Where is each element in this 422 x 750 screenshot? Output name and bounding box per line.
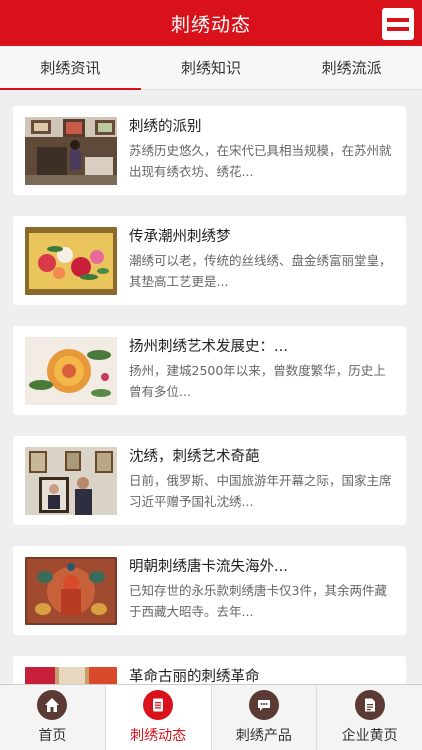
nav-label: 刺绣动态	[130, 728, 187, 744]
article-thumbnail	[25, 227, 117, 295]
article-info: 传承潮州刺绣梦 潮绣可以老，传统的丝线绣、盘金绣富丽堂皇，其垫高工艺更是...	[129, 227, 394, 292]
article-summary: 日前，俄罗斯、中国旅游年开幕之际，国家主席习近平赠予国礼沈绣...	[129, 473, 392, 509]
chat-icon	[248, 690, 279, 720]
article-title: 扬州刺绣艺术发展史：...	[129, 339, 288, 355]
nav-label: 首页	[38, 728, 67, 744]
article-thumbnail	[25, 667, 117, 684]
article-title: 革命古丽的刺绣革命	[129, 669, 260, 684]
nav-label: 刺绣产品	[235, 728, 292, 744]
article-summary: 潮绣可以老，传统的丝线绣、盘金绣富丽堂皇，其垫高工艺更是...	[129, 253, 392, 289]
article-card[interactable]: 明朝刺绣唐卡流失海外... 已知存世的永乐款刺绣唐卡仅3件，其余两件藏于西藏大昭…	[13, 546, 406, 635]
nav-products[interactable]: 刺绣产品	[212, 685, 318, 750]
article-title: 明朝刺绣唐卡流失海外...	[129, 559, 288, 575]
article-summary: 已知存世的永乐款刺绣唐卡仅3件，其余两件藏于西藏大昭寺。去年...	[129, 583, 387, 619]
menu-icon	[387, 17, 409, 22]
article-summary: 扬州，建城2500年以来，曾数度繁华，历史上曾有多位...	[129, 363, 386, 399]
article-thumbnail	[25, 557, 117, 625]
article-card[interactable]: 扬州刺绣艺术发展史：... 扬州，建城2500年以来，曾数度繁华，历史上曾有多位…	[13, 326, 406, 415]
article-title: 刺绣的派别	[129, 119, 202, 135]
article-list: 刺绣的派别 苏绣历史悠久，在宋代已具相当规模，在苏州就出现有绣衣坊、绣花... …	[0, 90, 422, 684]
article-info: 革命古丽的刺绣革命	[129, 667, 394, 684]
menu-icon-bar	[387, 26, 409, 31]
article-card[interactable]: 革命古丽的刺绣革命	[13, 656, 406, 684]
article-info: 扬州刺绣艺术发展史：... 扬州，建城2500年以来，曾数度繁华，历史上曾有多位…	[129, 337, 394, 402]
article-thumbnail	[25, 337, 117, 405]
tab-knowledge[interactable]: 刺绣知识	[141, 46, 282, 89]
nav-home[interactable]: 首页	[0, 685, 106, 750]
menu-button[interactable]	[382, 8, 414, 40]
nav-directory[interactable]: 企业黄页	[317, 685, 422, 750]
category-tabs: 刺绣资讯 刺绣知识 刺绣流派	[0, 46, 422, 90]
file-icon	[354, 690, 385, 720]
article-card[interactable]: 传承潮州刺绣梦 潮绣可以老，传统的丝线绣、盘金绣富丽堂皇，其垫高工艺更是...	[13, 216, 406, 305]
home-icon	[37, 690, 68, 720]
nav-label: 企业黄页	[341, 728, 398, 744]
article-title: 传承潮州刺绣梦	[129, 229, 231, 245]
article-info: 刺绣的派别 苏绣历史悠久，在宋代已具相当规模，在苏州就出现有绣衣坊、绣花...	[129, 117, 394, 182]
nav-news[interactable]: 刺绣动态	[105, 685, 212, 750]
article-summary: 苏绣历史悠久，在宋代已具相当规模，在苏州就出现有绣衣坊、绣花...	[129, 143, 392, 179]
page-title: 刺绣动态	[170, 13, 251, 36]
article-info: 明朝刺绣唐卡流失海外... 已知存世的永乐款刺绣唐卡仅3件，其余两件藏于西藏大昭…	[129, 557, 394, 622]
document-icon	[143, 690, 174, 720]
article-title: 沈绣，刺绣艺术奇葩	[129, 449, 260, 465]
article-card[interactable]: 沈绣，刺绣艺术奇葩 日前，俄罗斯、中国旅游年开幕之际，国家主席习近平赠予国礼沈绣…	[13, 436, 406, 525]
article-thumbnail	[25, 447, 117, 515]
app-header: 刺绣动态	[0, 0, 422, 46]
tab-news[interactable]: 刺绣资讯	[0, 46, 141, 90]
bottom-navigation: 首页 刺绣动态 刺绣产品 企业黄页	[0, 684, 422, 750]
article-thumbnail	[25, 117, 117, 185]
article-card[interactable]: 刺绣的派别 苏绣历史悠久，在宋代已具相当规模，在苏州就出现有绣衣坊、绣花...	[13, 106, 406, 195]
article-info: 沈绣，刺绣艺术奇葩 日前，俄罗斯、中国旅游年开幕之际，国家主席习近平赠予国礼沈绣…	[129, 447, 394, 512]
tab-schools[interactable]: 刺绣流派	[281, 46, 422, 89]
